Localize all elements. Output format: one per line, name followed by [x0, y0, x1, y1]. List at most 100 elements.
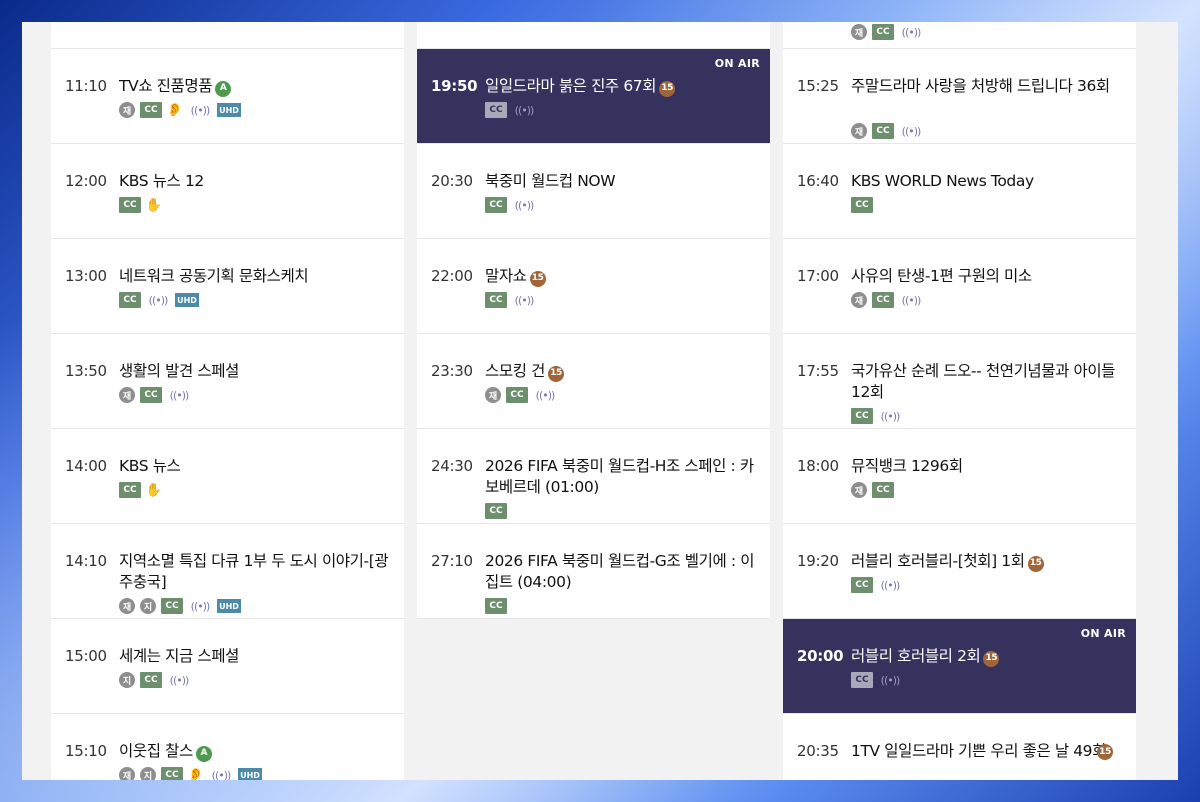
- live-broadcast-icon: ((•)): [514, 103, 535, 117]
- program-title[interactable]: 스모킹 건 15: [485, 361, 755, 382]
- program-title[interactable]: 2026 FIFA 북중미 월드컵-H조 스페인 : 카보베르데 (01:00): [485, 456, 755, 498]
- rerun-icon: 재: [119, 102, 135, 118]
- age-15-rating-icon: 15: [1027, 555, 1044, 572]
- closed-caption-icon: CC: [872, 482, 894, 498]
- rerun-icon: 재: [851, 482, 867, 498]
- program-row[interactable]: 15:10 이웃집 찰스 A 재 지 CC 👂 ((•)) UHD: [51, 714, 404, 780]
- program-title[interactable]: KBS WORLD News Today: [851, 171, 1121, 192]
- program-icons: 재 CC ((•)): [119, 387, 191, 403]
- program-time: 17:55: [797, 362, 839, 380]
- live-broadcast-icon: ((•)): [880, 409, 901, 423]
- program-title[interactable]: 지역소멸 특집 다큐 1부 두 도시 이야기-[광주충국]: [119, 551, 389, 593]
- program-row[interactable]: 13:00 네트워크 공동기획 문화스케치 CC ((•)) UHD: [51, 239, 404, 334]
- program-title[interactable]: 사유의 탄생-1편 구원의 미소: [851, 266, 1121, 287]
- program-row[interactable]: 22:00 말자쇼 15 CC ((•)): [417, 239, 770, 334]
- program-row[interactable]: 15:25 주말드라마 사랑을 처방해 드립니다 36회 재 CC ((•)): [783, 49, 1136, 144]
- closed-caption-icon: CC: [872, 123, 894, 139]
- program-row[interactable]: 14:10 지역소멸 특집 다큐 1부 두 도시 이야기-[광주충국] 재 지 CC ((…: [51, 524, 404, 619]
- program-title[interactable]: 네트워크 공동기획 문화스케치: [119, 266, 389, 287]
- program-time: 24:30: [431, 457, 473, 475]
- closed-caption-icon: CC: [140, 672, 162, 688]
- program-row-partial[interactable]: 재 CC ((•)): [783, 22, 1136, 49]
- program-row[interactable]: 24:30 2026 FIFA 북중미 월드컵-H조 스페인 : 카보베르데 (0…: [417, 429, 770, 524]
- audio-description-icon: 👂: [187, 767, 205, 781]
- program-icons: 재 CC 👂 ((•)) UHD: [119, 102, 241, 118]
- program-row[interactable]: 20:30 북중미 월드컵 NOW CC ((•)): [417, 144, 770, 239]
- sign-language-icon: ✋: [145, 482, 163, 498]
- age-15-rating-icon: 15: [547, 365, 564, 382]
- rerun-icon: 재: [851, 123, 867, 139]
- age-15-rating-icon: 15: [1097, 744, 1113, 760]
- program-row[interactable]: 27:10 2026 FIFA 북중미 월드컵-G조 벨기에 : 이집트 (04:…: [417, 524, 770, 619]
- program-row[interactable]: 19:20 러블리 호러블리-[첫회] 1회 15 CC ((•)): [783, 524, 1136, 619]
- program-row[interactable]: 18:00 뮤직뱅크 1296회 재 CC: [783, 429, 1136, 524]
- on-air-label: ON AIR: [1080, 627, 1126, 640]
- program-row[interactable]: 23:30 스모킹 건 15 재 CC ((•)): [417, 334, 770, 429]
- closed-caption-icon: CC: [485, 503, 507, 519]
- program-row[interactable]: 17:55 국가유산 순례 드오-- 천연기념물과 아이들 12회 CC ((•)): [783, 334, 1136, 429]
- program-time: 14:00: [65, 457, 107, 475]
- rerun-icon: 재: [851, 292, 867, 308]
- live-broadcast-icon: ((•)): [169, 673, 190, 687]
- program-row[interactable]: 16:40 KBS WORLD News Today CC: [783, 144, 1136, 239]
- closed-caption-icon: CC: [119, 292, 141, 308]
- program-icons: 재 CC ((•)): [851, 24, 923, 40]
- program-row[interactable]: 12:00 KBS 뉴스 12 CC ✋: [51, 144, 404, 239]
- program-title[interactable]: 북중미 월드컵 NOW: [485, 171, 755, 192]
- program-title[interactable]: 러블리 호러블리 2회 15: [851, 646, 1121, 667]
- program-icons: CC ((•)): [851, 672, 902, 688]
- closed-caption-icon: CC: [506, 387, 528, 403]
- live-broadcast-icon: ((•)): [169, 388, 190, 402]
- live-broadcast-icon: ((•)): [190, 103, 211, 117]
- closed-caption-icon: CC: [161, 598, 183, 614]
- program-title-text: 사유의 탄생-1편 구원의 미소: [851, 267, 1032, 285]
- program-title-text: KBS WORLD News Today: [851, 172, 1034, 190]
- program-icons: CC ((•)): [485, 197, 536, 213]
- program-icons: CC ((•)): [485, 102, 536, 118]
- program-title-text: 스모킹 건: [485, 362, 545, 380]
- program-title[interactable]: 주말드라마 사랑을 처방해 드립니다 36회: [851, 76, 1121, 97]
- program-title-text: 북중미 월드컵 NOW: [485, 172, 616, 190]
- program-title[interactable]: 생활의 발견 스페셜: [119, 361, 389, 382]
- program-title[interactable]: 일일드라마 붉은 진주 67회 15: [485, 76, 755, 97]
- program-row[interactable]: 15:00 세계는 지금 스페셜 지 CC ((•)): [51, 619, 404, 714]
- program-title[interactable]: 이웃집 찰스 A: [119, 741, 389, 762]
- program-row[interactable]: 20:35 1TV 일일드라마 기쁜 우리 좋은 날 49회 15: [783, 714, 1136, 780]
- program-icons: 재 지 CC 👂 ((•)) UHD: [119, 767, 262, 780]
- program-time: 23:30: [431, 362, 473, 380]
- program-row[interactable]: 14:00 KBS 뉴스 CC ✋: [51, 429, 404, 524]
- live-broadcast-icon: ((•)): [901, 25, 922, 39]
- program-time: 20:00: [797, 647, 844, 665]
- program-row[interactable]: ON AIR 19:50 일일드라마 붉은 진주 67회 15 CC ((•)): [417, 49, 770, 144]
- program-row[interactable]: ON AIR 20:00 러블리 호러블리 2회 15 CC ((•)): [783, 619, 1136, 714]
- program-row-partial[interactable]: [51, 22, 404, 49]
- program-time: 12:00: [65, 172, 107, 190]
- program-title[interactable]: 2026 FIFA 북중미 월드컵-G조 벨기에 : 이집트 (04:00): [485, 551, 755, 593]
- age-15-rating-icon: 15: [983, 650, 1000, 667]
- program-title[interactable]: KBS 뉴스: [119, 456, 389, 477]
- closed-caption-icon: CC: [140, 102, 162, 118]
- closed-caption-icon: CC: [161, 767, 183, 780]
- program-title[interactable]: 세계는 지금 스페셜: [119, 646, 389, 667]
- live-broadcast-icon: ((•)): [148, 293, 169, 307]
- program-title[interactable]: 뮤직뱅크 1296회: [851, 456, 1121, 477]
- local-icon: 지: [119, 672, 135, 688]
- program-time: 20:35: [797, 742, 839, 760]
- program-row-partial[interactable]: [417, 22, 770, 49]
- program-time: 20:30: [431, 172, 473, 190]
- program-title[interactable]: 말자쇼 15: [485, 266, 755, 287]
- program-title-text: 주말드라마 사랑을 처방해 드립니다 36회: [851, 77, 1110, 95]
- program-title[interactable]: TV쇼 진품명품 A: [119, 76, 389, 97]
- program-title[interactable]: 국가유산 순례 드오-- 천연기념물과 아이들 12회: [851, 361, 1121, 403]
- program-title-text: 네트워크 공동기획 문화스케치: [119, 267, 309, 285]
- schedule-column-2: ON AIR 19:50 일일드라마 붉은 진주 67회 15 CC ((•)) 20:30…: [417, 22, 770, 619]
- program-title[interactable]: 러블리 호러블리-[첫회] 1회 15: [851, 551, 1121, 572]
- program-row[interactable]: 13:50 생활의 발견 스페셜 재 CC ((•)): [51, 334, 404, 429]
- program-row[interactable]: 11:10 TV쇼 진품명품 A 재 CC 👂 ((•)) UHD: [51, 49, 404, 144]
- age-15-rating-icon: 15: [659, 80, 676, 97]
- sign-language-icon: ✋: [145, 197, 163, 213]
- live-broadcast-icon: ((•)): [880, 578, 901, 592]
- program-row[interactable]: 17:00 사유의 탄생-1편 구원의 미소 재 CC ((•)): [783, 239, 1136, 334]
- program-title[interactable]: KBS 뉴스 12: [119, 171, 389, 192]
- program-title[interactable]: 1TV 일일드라마 기쁜 우리 좋은 날 49회 15: [851, 741, 1121, 762]
